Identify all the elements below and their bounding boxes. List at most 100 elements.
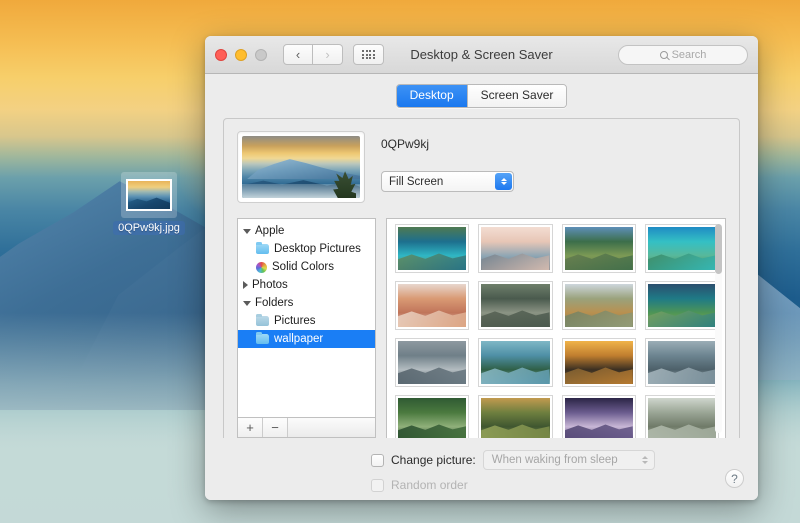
maximize-button[interactable] bbox=[255, 49, 267, 61]
source-item-label: Apple bbox=[255, 225, 284, 237]
random-order-checkbox[interactable] bbox=[371, 479, 384, 492]
grid-scrollbar[interactable] bbox=[715, 224, 722, 433]
thumbnail-terrain bbox=[648, 248, 716, 270]
source-item-solid-colors[interactable]: Solid Colors bbox=[238, 258, 375, 276]
thumbnail-terrain bbox=[398, 248, 466, 270]
preview-row: 0QPw9kj Fill Screen bbox=[237, 131, 726, 207]
search-placeholder: Search bbox=[672, 49, 707, 61]
preview-metadata: 0QPw9kj Fill Screen bbox=[381, 131, 514, 192]
random-order-row: Random order bbox=[371, 475, 758, 495]
thumbnail-terrain bbox=[565, 419, 633, 438]
forward-button[interactable]: › bbox=[313, 44, 343, 65]
help-button[interactable]: ? bbox=[725, 469, 744, 488]
source-item-desktop-pictures[interactable]: Desktop Pictures bbox=[238, 240, 375, 258]
grid-dots bbox=[362, 50, 375, 59]
source-item-label: Desktop Pictures bbox=[274, 243, 361, 255]
show-all-grid-icon[interactable] bbox=[353, 44, 384, 65]
thumbnail-terrain bbox=[648, 362, 716, 384]
desktop-screensaver-window: ‹ › Desktop & Screen Saver Search Deskto… bbox=[205, 36, 758, 500]
folder-icon bbox=[256, 244, 269, 254]
thumbnail-terrain bbox=[398, 305, 466, 327]
desktop-pane: 0QPw9kj Fill Screen Apple bbox=[223, 118, 740, 438]
wallpaper-thumbnail[interactable] bbox=[479, 282, 551, 329]
disclosure-open-icon[interactable] bbox=[243, 301, 251, 306]
tab-screen-saver[interactable]: Screen Saver bbox=[467, 85, 567, 107]
wallpaper-thumbnail[interactable] bbox=[479, 396, 551, 438]
back-button[interactable]: ‹ bbox=[283, 44, 313, 65]
source-item-label: wallpaper bbox=[274, 333, 323, 345]
add-folder-button[interactable]: + bbox=[238, 418, 263, 437]
wallpaper-thumbnail[interactable] bbox=[479, 339, 551, 386]
chevron-updown-icon bbox=[642, 456, 648, 464]
source-list[interactable]: Apple Desktop Pictures Solid Colors bbox=[237, 218, 376, 417]
tab-desktop[interactable]: Desktop bbox=[397, 85, 467, 107]
folder-icon bbox=[256, 334, 269, 344]
minimize-button[interactable] bbox=[235, 49, 247, 61]
wallpaper-thumbnail[interactable] bbox=[646, 339, 718, 386]
desktop-file-icon[interactable]: 0QPw9kj.jpg bbox=[110, 172, 188, 236]
thumbnail-terrain bbox=[648, 419, 716, 438]
source-item-wallpaper[interactable]: wallpaper bbox=[238, 330, 375, 348]
change-picture-row: Change picture: When waking from sleep bbox=[371, 450, 758, 470]
wallpaper-thumbnail[interactable] bbox=[646, 282, 718, 329]
image-file-thumbnail bbox=[126, 179, 172, 211]
grid-scrollbar-thumb[interactable] bbox=[715, 224, 722, 274]
source-item-label: Photos bbox=[252, 279, 288, 291]
desktop-background: 0QPw9kj.jpg ‹ › Desktop & Screen Saver S bbox=[0, 0, 800, 523]
wallpaper-thumbnail[interactable] bbox=[479, 225, 551, 272]
bottom-options: Change picture: When waking from sleep R… bbox=[205, 438, 758, 500]
thumbnail-terrain bbox=[398, 362, 466, 384]
desktop-file-icon-label: 0QPw9kj.jpg bbox=[113, 221, 185, 235]
source-column: Apple Desktop Pictures Solid Colors bbox=[237, 218, 376, 438]
source-item-label: Folders bbox=[255, 297, 293, 309]
disclosure-closed-icon[interactable] bbox=[243, 281, 248, 289]
source-item-pictures[interactable]: Pictures bbox=[238, 312, 375, 330]
wallpaper-preview-well bbox=[237, 131, 365, 203]
fill-mode-dropdown[interactable]: Fill Screen bbox=[381, 171, 514, 192]
source-item-apple[interactable]: Apple bbox=[238, 222, 375, 240]
close-button[interactable] bbox=[215, 49, 227, 61]
source-item-photos[interactable]: Photos bbox=[238, 276, 375, 294]
wallpaper-thumbnail[interactable] bbox=[563, 282, 635, 329]
source-item-folders[interactable]: Folders bbox=[238, 294, 375, 312]
wallpaper-thumbnail[interactable] bbox=[646, 225, 718, 272]
remove-folder-button[interactable]: − bbox=[263, 418, 288, 437]
fill-mode-value: Fill Screen bbox=[389, 176, 443, 188]
change-interval-value: When waking from sleep bbox=[492, 454, 618, 466]
search-input[interactable]: Search bbox=[618, 45, 748, 65]
source-item-label: Pictures bbox=[274, 315, 316, 327]
random-order-label: Random order bbox=[391, 478, 468, 492]
disclosure-open-icon[interactable] bbox=[243, 229, 251, 234]
folder-icon bbox=[256, 316, 269, 326]
thumbnail-terrain bbox=[565, 305, 633, 327]
wallpaper-preview-image bbox=[242, 136, 360, 198]
tab-bar: Desktop Screen Saver bbox=[205, 74, 758, 118]
wallpaper-thumbnail[interactable] bbox=[396, 396, 468, 438]
thumbnail-terrain bbox=[565, 362, 633, 384]
source-item-label: Solid Colors bbox=[272, 261, 334, 273]
segmented-tabs: Desktop Screen Saver bbox=[396, 84, 568, 108]
preview-far-peaks bbox=[247, 155, 360, 180]
wallpaper-thumbnail[interactable] bbox=[563, 225, 635, 272]
change-picture-checkbox[interactable] bbox=[371, 454, 384, 467]
image-file-icon bbox=[121, 172, 177, 218]
color-wheel-icon bbox=[256, 262, 267, 273]
source-list-toolbar: + − bbox=[237, 417, 376, 438]
wallpaper-thumbnail[interactable] bbox=[563, 339, 635, 386]
thumbnail-terrain bbox=[565, 248, 633, 270]
wallpaper-thumbnail[interactable] bbox=[563, 396, 635, 438]
wallpaper-thumbnail-grid bbox=[396, 225, 718, 438]
change-interval-dropdown[interactable]: When waking from sleep bbox=[483, 450, 655, 470]
window-titlebar[interactable]: ‹ › Desktop & Screen Saver Search bbox=[205, 36, 758, 74]
wallpaper-thumbnail[interactable] bbox=[646, 396, 718, 438]
chevron-updown-icon bbox=[495, 173, 512, 190]
content-split: Apple Desktop Pictures Solid Colors bbox=[237, 218, 726, 438]
wallpaper-thumbnail[interactable] bbox=[396, 282, 468, 329]
wallpaper-thumbnail[interactable] bbox=[396, 339, 468, 386]
wallpaper-thumbnail[interactable] bbox=[396, 225, 468, 272]
thumbnail-terrain bbox=[648, 305, 716, 327]
wallpaper-grid-panel[interactable] bbox=[386, 218, 726, 438]
traffic-light-group bbox=[215, 49, 267, 61]
thumbnail-terrain bbox=[398, 419, 466, 438]
change-picture-label: Change picture: bbox=[391, 453, 476, 467]
